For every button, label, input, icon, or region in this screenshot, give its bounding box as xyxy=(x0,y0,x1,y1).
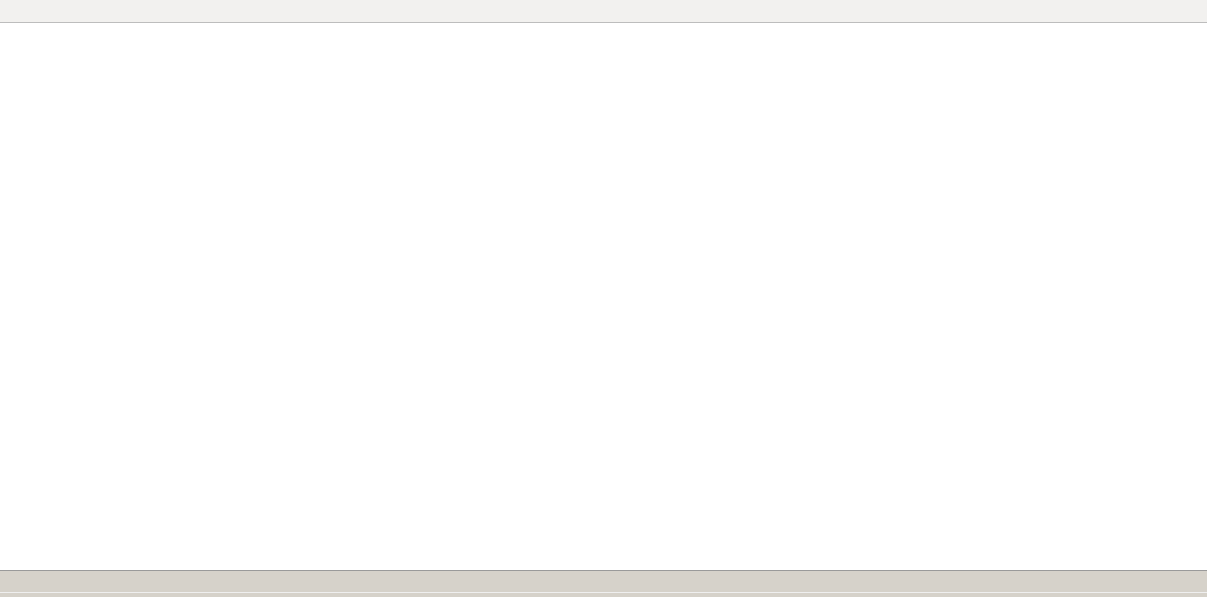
symbol-tabbar xyxy=(0,570,1207,593)
timeframe-toolbar xyxy=(0,0,1207,23)
status-strip xyxy=(0,592,1207,597)
chart-area[interactable] xyxy=(0,22,1207,570)
trading-terminal xyxy=(0,0,1207,597)
